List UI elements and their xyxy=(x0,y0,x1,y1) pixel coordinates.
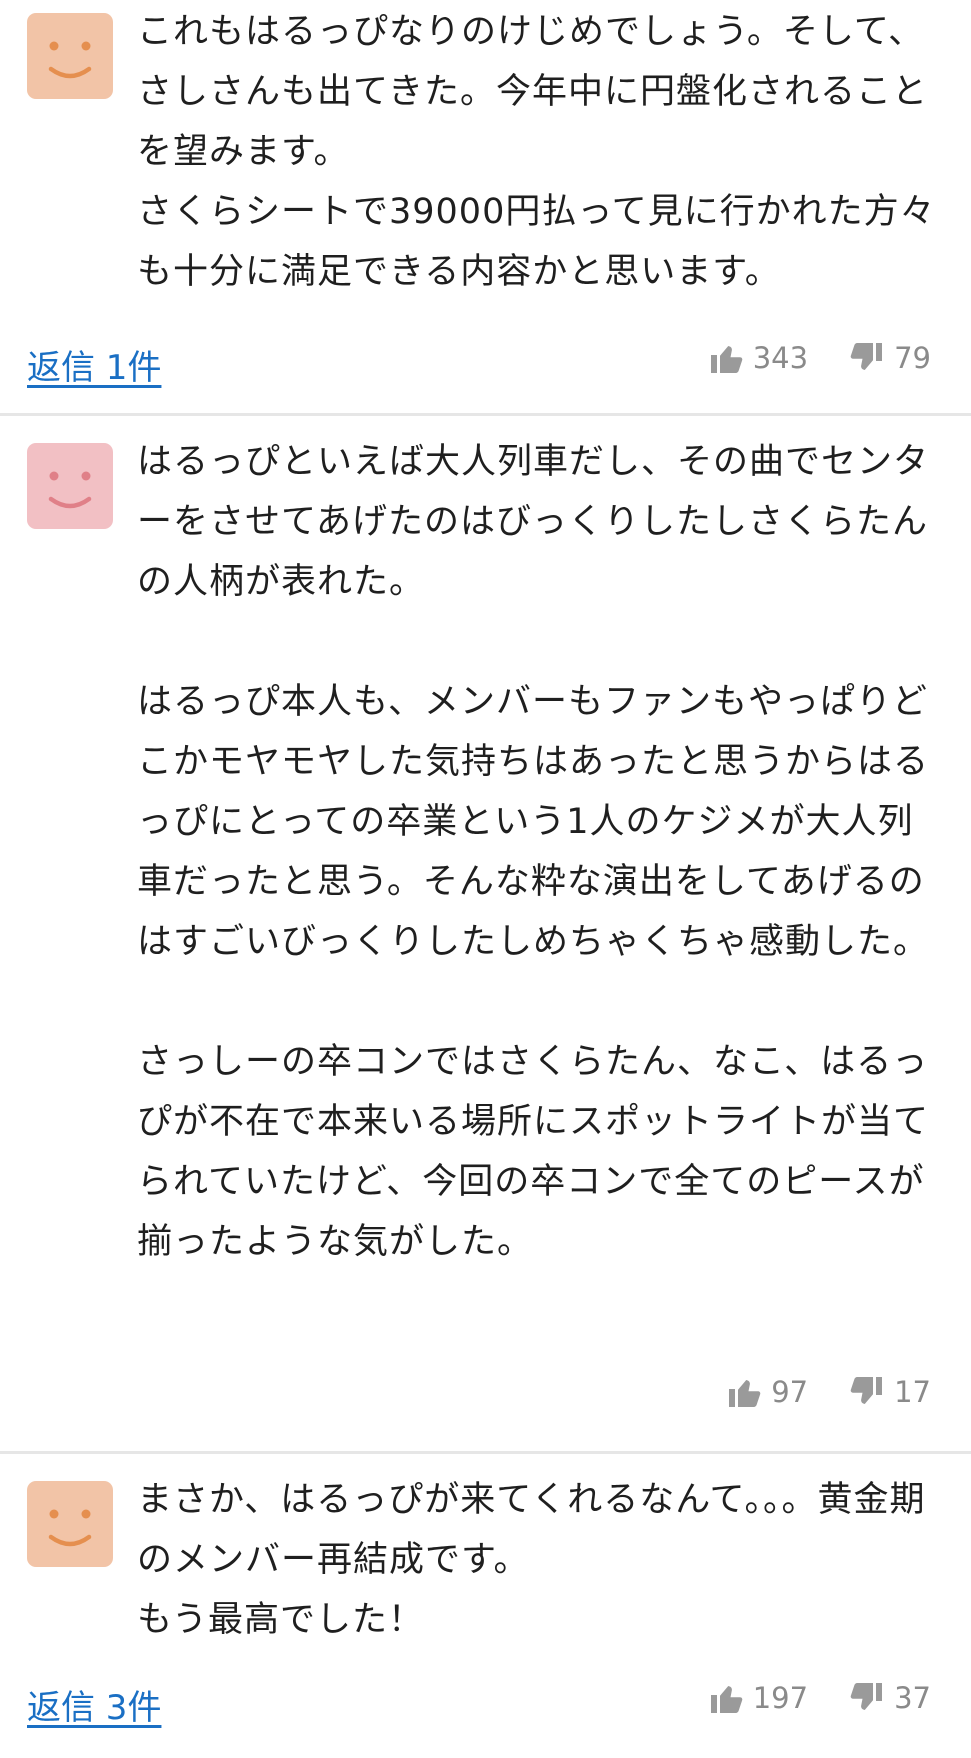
comment-paragraph: これもはるっぴなりのけじめでしょう。そして、さしさんも出てきた。今年中に円盤化さ… xyxy=(137,12,936,292)
comment-body: これもはるっぴなりのけじめでしょう。そして、さしさんも出てきた。今年中に円盤化さ… xyxy=(137,2,941,302)
comment-item: はるっぴといえば大人列車だし、その曲でセンターをさせてあげたのはびっくりしたしさ… xyxy=(0,416,971,1454)
dislike-button[interactable]: 37 xyxy=(848,1680,931,1716)
thumbs-down-icon xyxy=(850,1377,883,1404)
comment-paragraph: はるっぴ本人も、メンバーもファンもやっぱりどこかモヤモヤした気持ちはあったと思う… xyxy=(137,682,930,962)
like-button[interactable]: 97 xyxy=(725,1374,808,1410)
comment-paragraph: さっしーの卒コンではさくらたん、なこ、はるっぴが不在で本来いる場所にスポットライ… xyxy=(137,1042,930,1262)
dislike-count: 17 xyxy=(894,1375,931,1409)
dislike-button[interactable]: 79 xyxy=(848,340,931,376)
dislike-button[interactable]: 17 xyxy=(848,1374,931,1410)
thumbs-down-icon xyxy=(850,343,883,370)
smiley-face-icon xyxy=(27,1481,113,1567)
smiley-face-icon xyxy=(27,13,113,99)
like-button[interactable]: 197 xyxy=(707,1680,808,1716)
dislike-count: 79 xyxy=(894,341,931,375)
comment-item: まさか、はるっぴが来てくれるなんて。。。黄金期のメンバー再結成です。 もう最高で… xyxy=(0,1454,971,1758)
comment-paragraph: はるっぴといえば大人列車だし、その曲でセンターをさせてあげたのはびっくりしたしさ… xyxy=(137,442,930,602)
vote-bar: 97 17 xyxy=(725,1374,931,1410)
avatar xyxy=(27,1481,113,1567)
comment-paragraph: まさか、はるっぴが来てくれるなんて。。。黄金期のメンバー再結成です。 もう最高で… xyxy=(137,1480,926,1640)
smiley-face-icon xyxy=(27,443,113,529)
like-count: 97 xyxy=(771,1375,809,1409)
reply-count-link[interactable]: 返信 1件 xyxy=(27,340,161,389)
vote-bar: 197 37 xyxy=(707,1680,931,1716)
comment-item: これもはるっぴなりのけじめでしょう。そして、さしさんも出てきた。今年中に円盤化さ… xyxy=(0,0,971,416)
thumbs-down-icon xyxy=(850,1683,883,1710)
comment-body: まさか、はるっぴが来てくれるなんて。。。黄金期のメンバー再結成です。 もう最高で… xyxy=(137,1470,941,1650)
thumbs-up-icon xyxy=(710,346,743,373)
reply-count-link[interactable]: 返信 3件 xyxy=(27,1680,161,1729)
vote-bar: 343 79 xyxy=(707,340,931,376)
like-count: 343 xyxy=(752,341,809,375)
comment-body: はるっぴといえば大人列車だし、その曲でセンターをさせてあげたのはびっくりしたしさ… xyxy=(137,432,941,1272)
thumbs-up-icon xyxy=(729,1380,761,1407)
thumbs-up-icon xyxy=(710,1686,743,1713)
avatar xyxy=(27,443,113,529)
dislike-count: 37 xyxy=(894,1681,931,1715)
like-count: 197 xyxy=(752,1681,809,1715)
avatar xyxy=(27,13,113,99)
like-button[interactable]: 343 xyxy=(707,340,808,376)
